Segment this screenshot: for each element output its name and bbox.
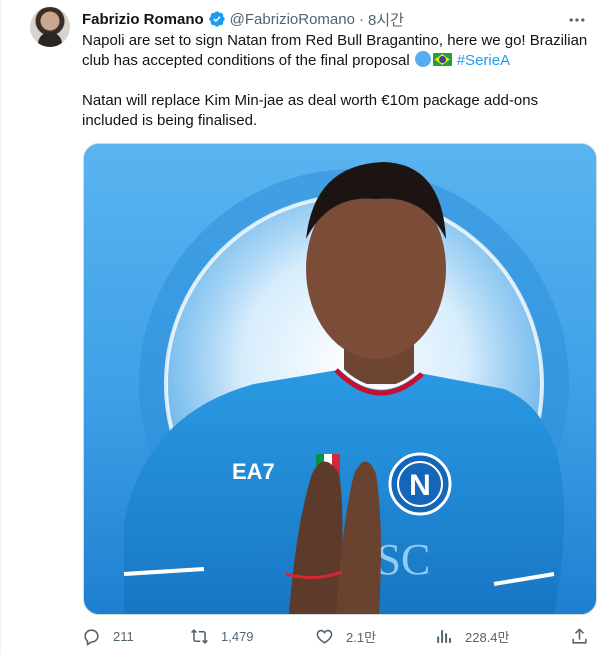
retweet-button[interactable]: 1,479 bbox=[190, 624, 254, 648]
crest-letter: N bbox=[409, 469, 431, 502]
retweet-count: 1,479 bbox=[221, 628, 254, 644]
author-name[interactable]: Fabrizio Romano bbox=[82, 11, 204, 28]
timeline-border bbox=[0, 0, 1, 654]
tweet-text: Napoli are set to sign Natan from Red Bu… bbox=[82, 31, 597, 131]
views-icon bbox=[437, 629, 452, 643]
views-button[interactable]: 228.4만 bbox=[434, 624, 510, 648]
share-button[interactable] bbox=[570, 624, 589, 648]
blue-circle-emoji-icon bbox=[414, 51, 431, 67]
views-count: 228.4만 bbox=[465, 629, 510, 645]
player-photo: N EA7 SSC bbox=[84, 144, 596, 614]
like-button[interactable]: 2.1만 bbox=[315, 624, 376, 648]
reply-icon bbox=[84, 628, 99, 646]
avatar[interactable] bbox=[30, 7, 70, 47]
verified-badge-icon bbox=[208, 11, 225, 27]
tweet-actions: 211 1,479 2.1만 228.4만 bbox=[82, 624, 598, 648]
like-count: 2.1만 bbox=[346, 629, 377, 645]
tweet-media-image[interactable]: N EA7 SSC bbox=[83, 143, 597, 615]
like-icon bbox=[316, 629, 333, 644]
tweet-paragraph-2: Natan will replace Kim Min-jae as deal w… bbox=[82, 92, 539, 129]
shirt-sponsor: EA7 bbox=[232, 459, 275, 484]
tweet-text-line1: Napoli are set to sign Natan from Red Bu… bbox=[82, 32, 588, 69]
more-options-button[interactable] bbox=[567, 10, 593, 30]
reply-button[interactable]: 211 bbox=[82, 624, 134, 648]
hashtag-link[interactable]: #SerieA bbox=[457, 52, 510, 69]
retweet-icon bbox=[191, 628, 208, 644]
tweet-header: Fabrizio Romano @FabrizioRomano · 8시간 bbox=[82, 9, 404, 29]
header-separator: · bbox=[358, 10, 364, 28]
timestamp[interactable]: 8시간 bbox=[368, 9, 404, 30]
more-options-icon bbox=[569, 18, 585, 22]
author-handle[interactable]: @FabrizioRomano bbox=[230, 11, 355, 28]
share-icon bbox=[572, 627, 587, 644]
tweet-paragraph-1: Napoli are set to sign Natan from Red Bu… bbox=[82, 31, 597, 71]
reply-count: 211 bbox=[113, 628, 134, 644]
brazil-flag-emoji-icon bbox=[432, 53, 452, 66]
